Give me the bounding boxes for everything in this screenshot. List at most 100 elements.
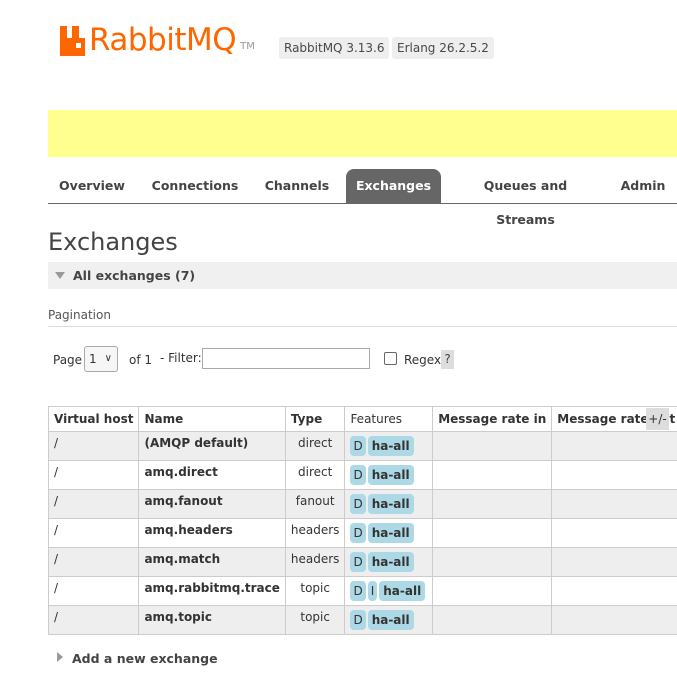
features-cell: Dha-all: [344, 605, 434, 635]
durable-badge: D: [350, 494, 366, 514]
tab-connections[interactable]: Connections: [145, 169, 245, 203]
add-exchange-toggle[interactable]: Add a new exchange: [57, 651, 218, 666]
exchange-name-link[interactable]: amq.direct: [138, 460, 286, 490]
all-exchanges-label: All exchanges (7): [73, 268, 196, 283]
table-row: / amq.rabbitmq.trace topic D Iha-all: [47, 576, 677, 606]
rate-out-cell: [551, 547, 677, 577]
policy-link[interactable]: ha-all: [367, 436, 414, 456]
page-count-label: of 1: [129, 353, 153, 367]
rate-in-cell: [432, 576, 553, 606]
tab-channels[interactable]: Channels: [257, 169, 337, 203]
exchange-name-link[interactable]: amq.match: [138, 547, 286, 577]
features-cell: D Iha-all: [344, 576, 434, 606]
vhost-cell: /: [47, 460, 140, 490]
status-banner: [48, 110, 677, 157]
logo-trademark: TM: [240, 41, 255, 52]
vhost-cell: /: [47, 576, 140, 606]
exchange-name-link[interactable]: amq.headers: [138, 518, 286, 548]
regex-label: Regex: [404, 353, 442, 367]
table-row: / amq.headers headers Dha-all: [47, 518, 677, 548]
exchange-name-link[interactable]: amq.fanout: [138, 489, 286, 519]
exchanges-table: Virtual host Name Type Features Message …: [47, 406, 677, 635]
rate-in-cell: [432, 605, 553, 635]
tab-exchanges[interactable]: Exchanges: [346, 169, 441, 203]
rate-in-cell: [432, 518, 553, 548]
policy-link[interactable]: ha-all: [367, 465, 414, 485]
features-cell: Dha-all: [344, 489, 434, 519]
tab-admin[interactable]: Admin: [614, 169, 672, 203]
table-row: / amq.fanout fanout Dha-all: [47, 489, 677, 519]
durable-badge: D: [350, 523, 366, 543]
column-header-virtual-host[interactable]: Virtual host: [47, 406, 140, 432]
durable-badge: D: [350, 581, 366, 601]
chevron-down-icon: ∨: [104, 353, 112, 364]
type-cell: topic: [284, 605, 346, 635]
header: RabbitMQ TM RabbitMQ 3.13.6 Erlang 26.2.…: [0, 0, 677, 100]
policy-link[interactable]: ha-all: [379, 581, 426, 601]
table-row: / (AMQP default) direct Dha-all: [47, 431, 677, 461]
type-cell: topic: [284, 576, 346, 606]
column-toggle-button[interactable]: +/-: [646, 408, 669, 430]
pagination-title: Pagination: [48, 308, 111, 322]
rate-in-cell: [432, 489, 553, 519]
vhost-cell: /: [47, 431, 140, 461]
column-header-features: Features: [344, 406, 434, 432]
policy-link[interactable]: ha-all: [367, 494, 414, 514]
collapse-triangle-icon: [55, 272, 65, 279]
policy-link[interactable]: ha-all: [367, 552, 414, 572]
all-exchanges-toggle[interactable]: All exchanges (7): [48, 262, 677, 289]
type-cell: fanout: [284, 489, 346, 519]
pagination-divider: [48, 326, 677, 327]
rate-out-cell: [551, 518, 677, 548]
rate-out-cell: [551, 576, 677, 606]
column-header-type[interactable]: Type: [284, 406, 346, 432]
add-exchange-label: Add a new exchange: [72, 651, 218, 666]
tab-queues-and-streams[interactable]: Queues and Streams: [453, 169, 598, 227]
page-select-value: 1: [89, 352, 97, 366]
rate-in-cell: [432, 460, 553, 490]
features-cell: Dha-all: [344, 431, 434, 461]
durable-badge: D: [350, 436, 366, 456]
regex-checkbox[interactable]: [384, 352, 397, 365]
vhost-cell: /: [47, 518, 140, 548]
exchange-name-link[interactable]: amq.topic: [138, 605, 286, 635]
exchange-name-link[interactable]: amq.rabbitmq.trace: [138, 576, 286, 606]
filter-input[interactable]: [202, 348, 370, 369]
vhost-cell: /: [47, 605, 140, 635]
page-select[interactable]: 1 ∨: [84, 346, 118, 372]
table-row: / amq.direct direct Dha-all: [47, 460, 677, 490]
rabbit-logo-icon: [58, 26, 86, 56]
table-row: / amq.topic topic Dha-all: [47, 605, 677, 635]
durable-badge: D: [350, 610, 366, 630]
type-cell: headers: [284, 547, 346, 577]
type-cell: headers: [284, 518, 346, 548]
rate-in-cell: [432, 431, 553, 461]
column-header-name[interactable]: Name: [138, 406, 286, 432]
policy-link[interactable]: ha-all: [367, 523, 414, 543]
internal-badge: I: [367, 581, 378, 601]
tab-overview[interactable]: Overview: [48, 169, 136, 203]
rate-out-cell: [551, 605, 677, 635]
table-row: / amq.match headers Dha-all: [47, 547, 677, 577]
rabbitmq-logo[interactable]: RabbitMQ TM: [58, 20, 255, 60]
features-cell: Dha-all: [344, 518, 434, 548]
rabbitmq-version-badge: RabbitMQ 3.13.6: [279, 37, 390, 59]
features-cell: Dha-all: [344, 547, 434, 577]
type-cell: direct: [284, 431, 346, 461]
logo-wordmark: RabbitMQ: [89, 22, 237, 58]
regex-help-button[interactable]: ?: [441, 350, 454, 369]
policy-link[interactable]: ha-all: [367, 610, 414, 630]
vhost-cell: /: [47, 547, 140, 577]
exchange-name-link[interactable]: (AMQP default): [138, 431, 286, 461]
rate-in-cell: [432, 547, 553, 577]
type-cell: direct: [284, 460, 346, 490]
main-tabs: Overview Connections Channels Exchanges …: [48, 169, 677, 227]
rate-out-cell: [551, 431, 677, 461]
erlang-version-badge: Erlang 26.2.5.2: [392, 37, 494, 59]
rate-out-cell: [551, 460, 677, 490]
column-header-message-rate-in[interactable]: Message rate in: [432, 406, 553, 432]
features-cell: Dha-all: [344, 460, 434, 490]
filter-label: - Filter:: [160, 351, 202, 365]
vhost-cell: /: [47, 489, 140, 519]
page-title: Exchanges: [48, 228, 178, 256]
